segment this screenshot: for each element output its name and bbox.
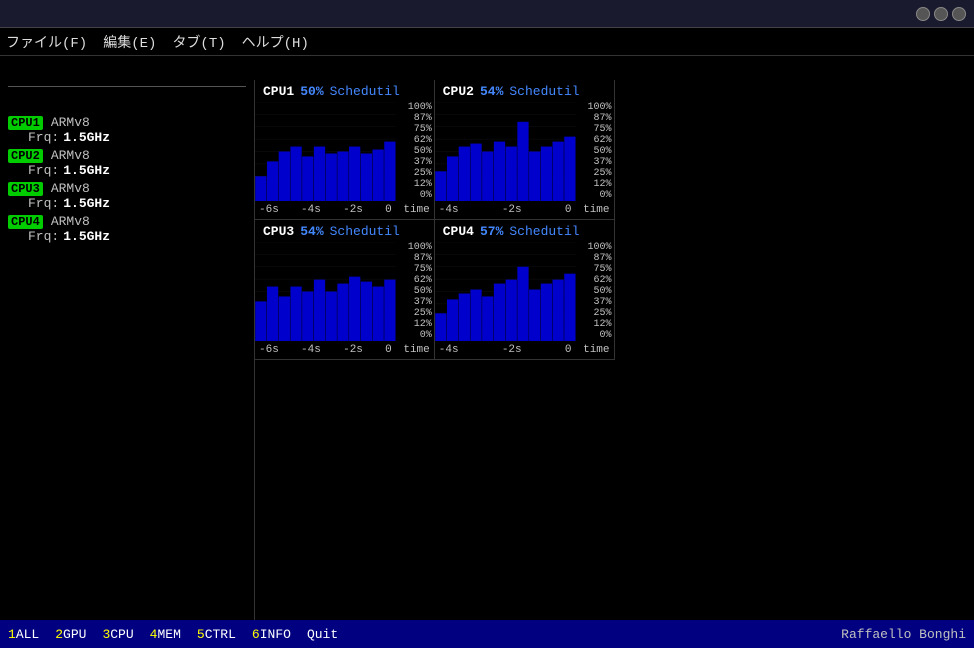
window-controls [916, 7, 966, 21]
cpu4-svg [435, 242, 576, 341]
cpu1-frq-row: Frq:1.5GHz [28, 130, 246, 145]
cpu3-graph-header: CPU3 54% Schedutil [255, 220, 434, 242]
status-item-gpu[interactable]: 2GPU [55, 627, 86, 642]
cpu4-x-axis: -4s-2s0time [435, 341, 614, 359]
cpu4-graph-container: CPU4 57% Schedutil 100%87%75%62%50%37%25%12… [435, 220, 615, 360]
status-item-ctrl[interactable]: 5CTRL [197, 627, 236, 642]
status-item-mem[interactable]: 4MEM [150, 627, 181, 642]
cpu3-svg [255, 242, 396, 341]
cpu1-util: Schedutil [330, 84, 400, 99]
cpu2-arch: ARMv8 [51, 148, 90, 163]
close-button[interactable] [952, 7, 966, 21]
status-item-quit[interactable]: Quit [307, 627, 338, 642]
cpu4-util: Schedutil [509, 224, 579, 239]
cpu2-graph-container: CPU2 54% Schedutil 100%87%75%62%50%37%25%12… [435, 80, 615, 220]
cpu1-x-axis: -6s-4s-2s0time [255, 201, 434, 219]
maximize-button[interactable] [934, 7, 948, 21]
cpu4-arch: ARMv8 [51, 214, 90, 229]
cpu-list: CPU1ARMv8Frq:1.5GHzCPU2ARMv8Frq:1.5GHzCP… [8, 115, 246, 244]
cpu4-y-axis: 100%87%75%62%50%37%25%12%0% [576, 242, 614, 341]
right-panel: CPU1 50% Schedutil 100%87%75%62%50%37%25%12… [255, 80, 974, 620]
platform-title [8, 84, 246, 87]
cpu2-x-axis: -4s-2s0time [435, 201, 614, 219]
cpu2-pct: 54% [480, 84, 503, 99]
cpu4-pct: 57% [480, 224, 503, 239]
sysinfo-bar [0, 56, 974, 80]
cpu3-name: CPU3 [263, 224, 294, 239]
cpu1-graph-container: CPU1 50% Schedutil 100%87%75%62%50%37%25%12… [255, 80, 435, 220]
title-bar [0, 0, 974, 28]
minimize-button[interactable] [916, 7, 930, 21]
menu-item[interactable]: ヘルプ(H) [242, 32, 309, 52]
cpu1-badge: CPU1 [8, 116, 43, 130]
menu-item[interactable]: タブ(T) [172, 32, 225, 52]
status-item-info[interactable]: 6INFO [252, 627, 291, 642]
cpu1-svg [255, 102, 396, 201]
cpu2-util: Schedutil [509, 84, 579, 99]
menu-bar: ファイル(F) 編集(E) タブ(T) ヘルプ(H) [0, 28, 974, 56]
cpu3-x-axis: -6s-4s-2s0time [255, 341, 434, 359]
cpu2-name: CPU2 [443, 84, 474, 99]
cpu2-frq-row: Frq:1.5GHz [28, 163, 246, 178]
status-item-cpu[interactable]: 3CPU [102, 627, 133, 642]
cpu2-y-axis: 100%87%75%62%50%37%25%12%0% [576, 102, 614, 201]
cpu2-row: CPU2 ARMv8 [8, 148, 246, 163]
cpu3-arch: ARMv8 [51, 181, 90, 196]
left-panel: CPU1ARMv8Frq:1.5GHzCPU2ARMv8Frq:1.5GHzCP… [0, 80, 255, 620]
cpu1-pct: 50% [300, 84, 323, 99]
menu-item[interactable]: ファイル(F) [6, 32, 87, 52]
status-bar: 1ALL 2GPU 3CPU 4MEM 5CTRL 6INFO Quit Raffaello … [0, 620, 974, 648]
cpu3-graph-container: CPU3 54% Schedutil 100%87%75%62%50%37%25%12… [255, 220, 435, 360]
cpu1-arch: ARMv8 [51, 115, 90, 130]
cpu4-graph-header: CPU4 57% Schedutil [435, 220, 614, 242]
cpu2-badge: CPU2 [8, 149, 43, 163]
menu-item[interactable]: 編集(E) [103, 32, 156, 52]
cpu2-graph-header: CPU2 54% Schedutil [435, 80, 614, 102]
cpu3-frq-row: Frq:1.5GHz [28, 196, 246, 211]
cpu4-badge: CPU4 [8, 215, 43, 229]
cpu3-util: Schedutil [330, 224, 400, 239]
cpu3-y-axis: 100%87%75%62%50%37%25%12%0% [396, 242, 434, 341]
cpu4-row: CPU4 ARMv8 [8, 214, 246, 229]
cpu1-y-axis: 100%87%75%62%50%37%25%12%0% [396, 102, 434, 201]
cpu3-row: CPU3 ARMv8 [8, 181, 246, 196]
cpu3-pct: 54% [300, 224, 323, 239]
main-content: CPU1ARMv8Frq:1.5GHzCPU2ARMv8Frq:1.5GHzCP… [0, 80, 974, 620]
status-item-all[interactable]: 1ALL [8, 627, 39, 642]
cpu-graphs-grid: CPU1 50% Schedutil 100%87%75%62%50%37%25%12… [255, 80, 615, 360]
credit-text: Raffaello Bonghi [841, 627, 966, 642]
cpu3-badge: CPU3 [8, 182, 43, 196]
cpu1-name: CPU1 [263, 84, 294, 99]
cpu2-svg [435, 102, 576, 201]
cpu1-graph-header: CPU1 50% Schedutil [255, 80, 434, 102]
cpu1-row: CPU1 ARMv8 [8, 115, 246, 130]
cpu4-name: CPU4 [443, 224, 474, 239]
cpu4-frq-row: Frq:1.5GHz [28, 229, 246, 244]
